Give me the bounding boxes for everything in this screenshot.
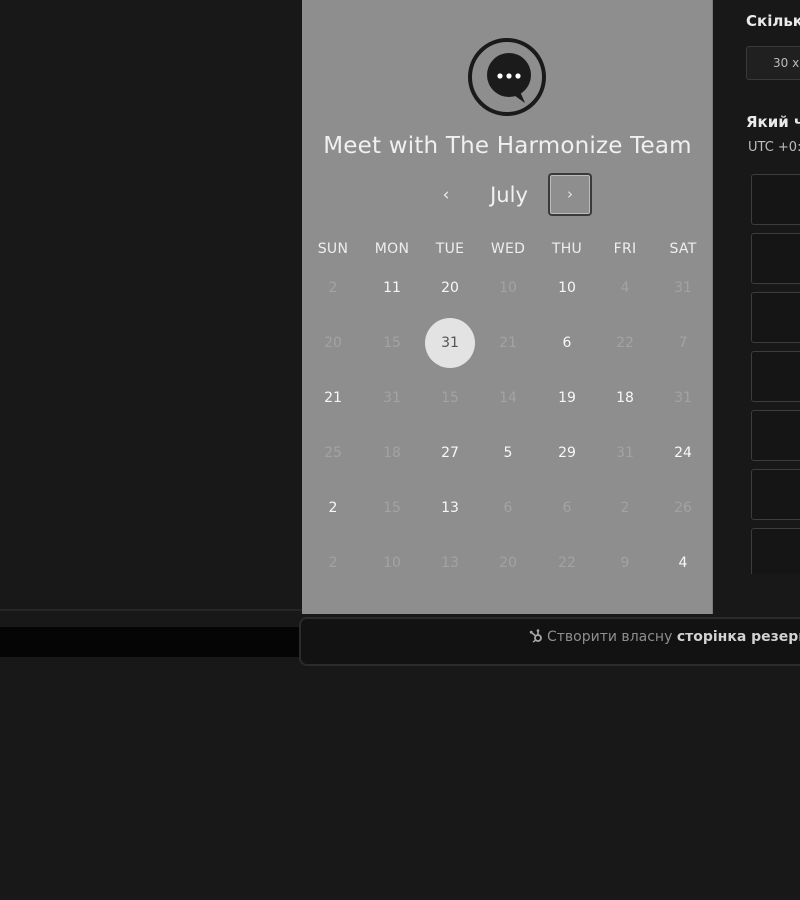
time-slot-button[interactable] — [751, 351, 800, 402]
weekday-header: FRI — [613, 241, 637, 257]
calendar-day[interactable]: 18 — [600, 373, 650, 423]
calendar-day: 9 — [620, 555, 630, 571]
calendar-day[interactable]: 11 — [367, 263, 417, 313]
calendar-day[interactable]: 21 — [308, 373, 358, 423]
calendar-day[interactable]: 27 — [425, 428, 475, 478]
calendar-day: 15 — [383, 500, 401, 516]
calendar-day: 7 — [678, 335, 688, 351]
duration-heading: Скільк — [746, 12, 800, 30]
calendar-day: 25 — [324, 445, 342, 461]
time-slot-button[interactable] — [751, 174, 800, 225]
calendar-day: 6 — [562, 500, 572, 516]
calendar-day: 14 — [499, 390, 517, 406]
calendar-day: 21 — [499, 335, 517, 351]
calendar-day: 15 — [441, 390, 459, 406]
calendar-day: 22 — [616, 335, 634, 351]
calendar-day[interactable]: 29 — [542, 428, 592, 478]
calendar-day[interactable]: 13 — [425, 483, 475, 533]
footer-text: Створити власну — [547, 629, 673, 645]
calendar-day: 31 — [674, 390, 692, 406]
weekday-header: TUE — [435, 241, 465, 257]
weekday-header: SUN — [317, 241, 349, 257]
weekday-header: SAT — [669, 241, 697, 257]
weekday-header: THU — [551, 241, 583, 257]
calendar-day[interactable]: 4 — [658, 538, 708, 588]
prev-month-button[interactable]: ‹ — [432, 180, 460, 210]
calendar-day[interactable]: 20 — [425, 263, 475, 313]
hubspot-sprocket-icon — [529, 629, 542, 643]
time-heading: Який ч — [746, 113, 800, 131]
calendar-day: 2 — [620, 500, 630, 516]
calendar-day: 31 — [383, 390, 401, 406]
calendar-day: 4 — [620, 280, 630, 296]
calendar-day: 13 — [441, 555, 459, 571]
calendar-day: 20 — [324, 335, 342, 351]
calendar-day: 22 — [558, 555, 576, 571]
calendar-day[interactable]: 5 — [483, 428, 533, 478]
month-label: July — [490, 183, 528, 207]
selected-day[interactable]: 31 — [425, 318, 475, 368]
calendar-day: 6 — [503, 500, 513, 516]
meeting-title: Meet with The Harmonize Team — [323, 133, 692, 159]
calendar-day: 18 — [383, 445, 401, 461]
next-month-button[interactable]: › — [548, 173, 592, 216]
calendar-day[interactable]: 24 — [658, 428, 708, 478]
chat-bubble-logo-icon — [468, 38, 546, 116]
time-slot-button[interactable] — [751, 292, 800, 343]
duration-select[interactable]: 30 хв — [746, 46, 800, 80]
footer-bar: Створити власну сторінка резервува — [299, 617, 800, 666]
time-slot-button[interactable] — [751, 233, 800, 284]
time-slot-button[interactable] — [751, 469, 800, 520]
calendar-day: 31 — [674, 280, 692, 296]
weekday-header: WED — [490, 241, 526, 257]
calendar-day: 2 — [328, 555, 338, 571]
calendar-day[interactable]: 19 — [542, 373, 592, 423]
calendar-day[interactable]: 2 — [308, 483, 358, 533]
left-footer-bar — [0, 627, 302, 657]
left-divider — [0, 609, 302, 611]
calendar-day: 31 — [616, 445, 634, 461]
calendar-day: 20 — [499, 555, 517, 571]
calendar-day: 10 — [383, 555, 401, 571]
timezone-label[interactable]: UTC +0: — [748, 140, 800, 155]
calendar-day[interactable]: 6 — [542, 318, 592, 368]
time-slot-button[interactable] — [751, 410, 800, 461]
calendar-day: 10 — [499, 280, 517, 296]
weekday-header: MON — [374, 241, 410, 257]
calendar-day: 26 — [674, 500, 692, 516]
calendar-day: 15 — [383, 335, 401, 351]
time-slot-button[interactable] — [751, 528, 800, 574]
calendar-day: 2 — [328, 280, 338, 296]
footer-brand: сторінка резервува — [676, 629, 800, 645]
create-booking-link[interactable]: Створити власну сторінка резервува — [529, 629, 800, 645]
calendar-day[interactable]: 10 — [542, 263, 592, 313]
